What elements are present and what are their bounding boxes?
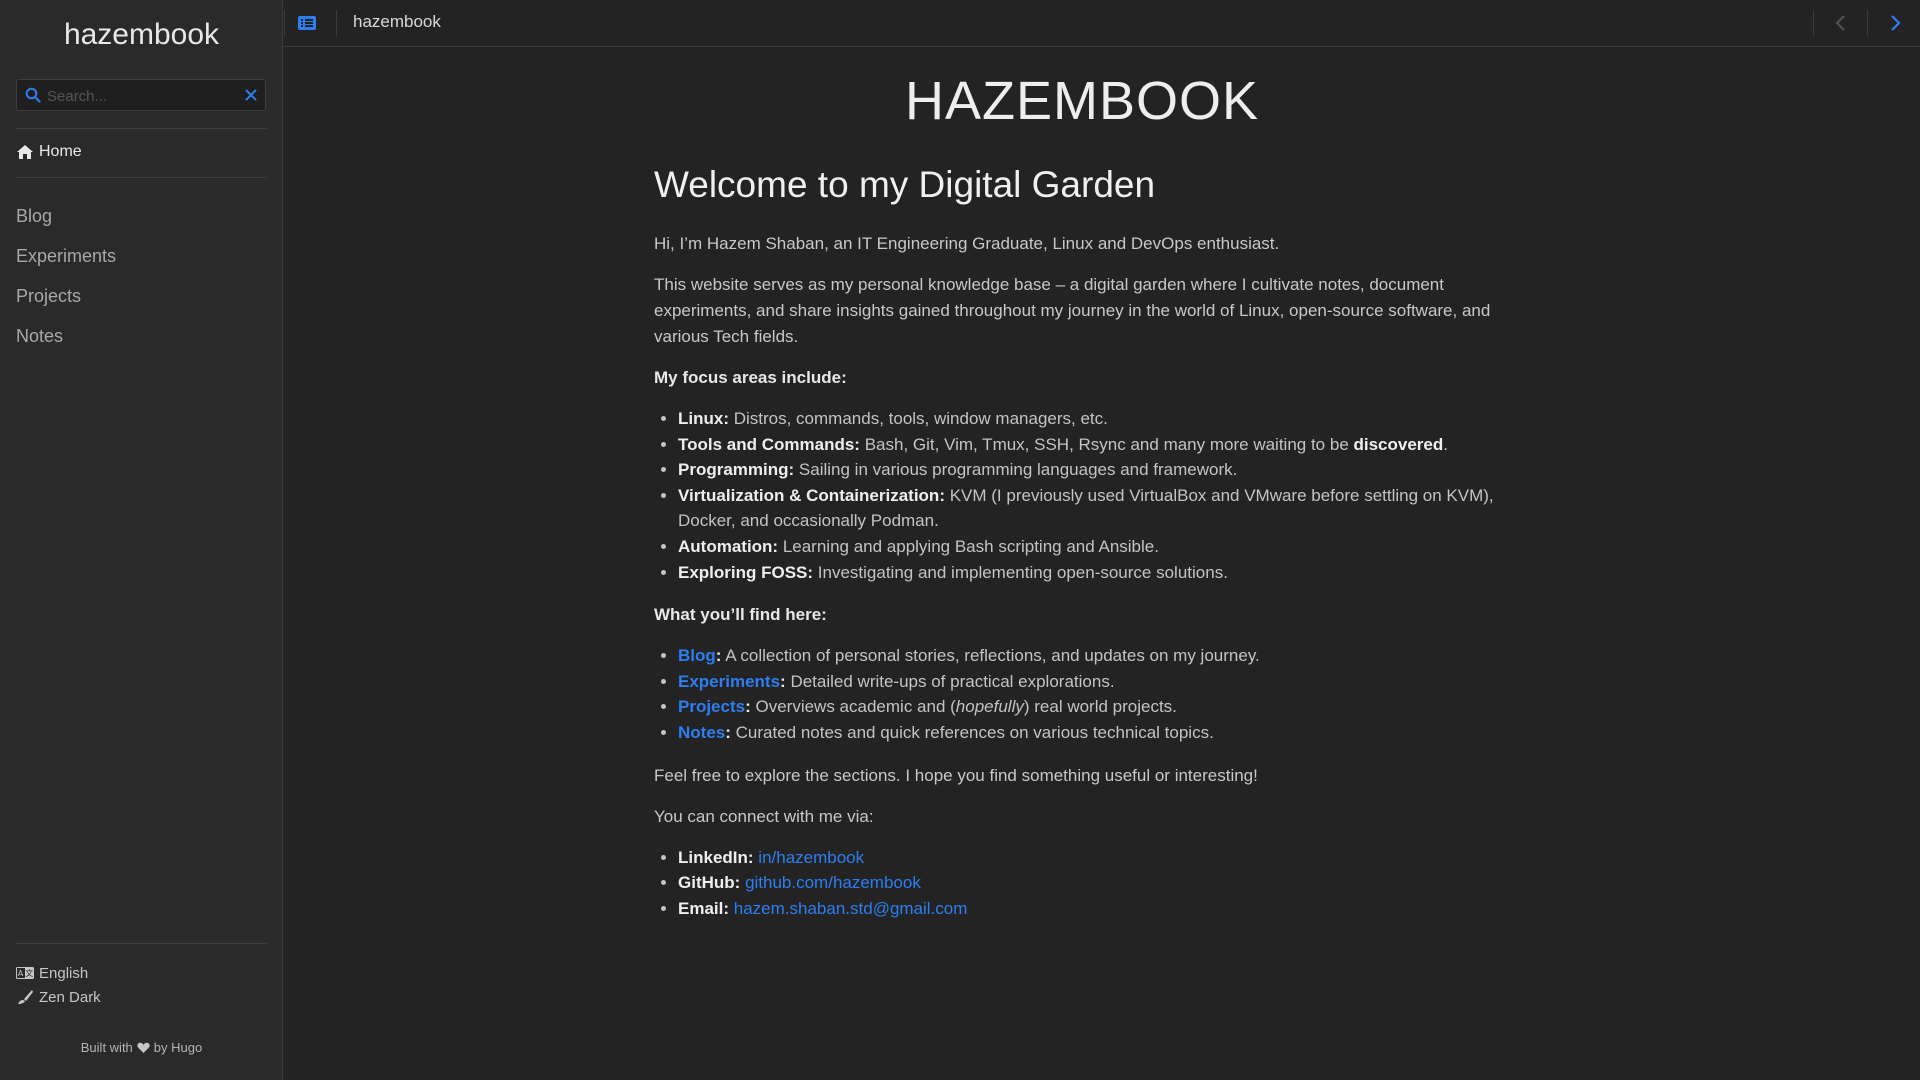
search-input[interactable] — [45, 80, 239, 112]
contact-label: GitHub: — [678, 873, 741, 893]
item-label: Virtualization & Containerization: — [678, 485, 945, 505]
translate-icon: A 文 — [16, 967, 34, 979]
theme-selector[interactable]: Zen Dark — [16, 985, 101, 1009]
heart-icon — [137, 1042, 150, 1053]
item-text: Sailing in various programming languages… — [794, 460, 1238, 480]
sections-list: Blog: A collection of personal stories, … — [654, 643, 1510, 745]
list-item: GitHub: github.com/hazembook — [678, 870, 1510, 896]
sidebar-item-projects[interactable]: Projects — [16, 284, 116, 324]
chevron-left-icon[interactable] — [1829, 11, 1853, 35]
list-item: Notes: Curated notes and quick reference… — [678, 720, 1510, 746]
description-paragraph: This website serves as my personal knowl… — [654, 275, 1491, 346]
sidebar: hazembook Home Blog Experiments Projects… — [0, 0, 283, 1080]
chevron-right-icon[interactable] — [1883, 11, 1907, 35]
divider — [16, 177, 267, 178]
sidebar-item-home[interactable]: Home — [16, 141, 82, 163]
search-icon — [25, 87, 41, 103]
language-label: English — [39, 964, 89, 982]
list-item: LinkedIn: in/hazembook — [678, 845, 1510, 871]
sidebar-item-label: Home — [39, 143, 82, 160]
brush-icon — [18, 990, 33, 1004]
contact-label: Email: — [678, 898, 730, 918]
item-text: Investigating and implementing open-sour… — [813, 562, 1228, 582]
theme-label: Zen Dark — [39, 988, 101, 1006]
divider — [16, 943, 267, 944]
sidebar-item-blog[interactable]: Blog — [16, 204, 116, 244]
experiments-link[interactable]: Experiments — [678, 672, 780, 691]
item-text: . — [1443, 434, 1448, 454]
item-label: Exploring FOSS: — [678, 562, 814, 582]
intro-paragraph: Hi, I’m Hazem Shaban, an IT Engineering … — [654, 234, 1280, 253]
explore-paragraph: Feel free to explore the sections. I hop… — [654, 765, 1258, 785]
divider — [336, 10, 337, 36]
item-text: Learning and applying Bash scripting and… — [778, 536, 1159, 556]
list-item: Exploring FOSS: Investigating and implem… — [678, 560, 1510, 586]
list-item: Programming: Sailing in various programm… — [678, 457, 1510, 483]
sidebar-nav: Blog Experiments Projects Notes — [16, 204, 116, 364]
divider — [1813, 10, 1814, 36]
item-text: Bash, Git, Vim, Tmux, SSH, Rsync and man… — [859, 434, 1354, 454]
item-text: Detailed write-ups of practical explorat… — [785, 671, 1115, 691]
item-label: Programming: — [678, 460, 795, 480]
svg-text:A: A — [18, 969, 24, 978]
item-label: Linux: — [678, 409, 729, 428]
email-link[interactable]: hazem.shaban.std@gmail.com — [734, 899, 968, 918]
list-item: Tools and Commands: Bash, Git, Vim, Tmux… — [678, 432, 1510, 458]
main-content: HAZEMBOOK Welcome to my Digital Garden H… — [654, 47, 1510, 938]
divider — [284, 10, 285, 36]
item-text: ) real world projects. — [1023, 697, 1177, 717]
page-title: hazembook — [353, 12, 441, 31]
sidebar-item-experiments[interactable]: Experiments — [16, 244, 116, 284]
notes-link[interactable]: Notes — [678, 723, 725, 742]
github-link[interactable]: github.com/hazembook — [745, 873, 921, 892]
blog-link[interactable]: Blog — [678, 646, 716, 665]
list-item: Projects: Overviews academic and (hopefu… — [678, 694, 1510, 720]
focus-list: Linux: Distros, commands, tools, window … — [654, 406, 1510, 585]
item-emphasis: hopefully — [955, 697, 1024, 717]
list-item: Experiments: Detailed write-ups of pract… — [678, 669, 1510, 695]
item-text: A collection of personal stories, reflec… — [721, 646, 1260, 666]
footer-credit: Built with by Hugo — [0, 1040, 283, 1055]
site-title[interactable]: hazembook — [0, 18, 283, 52]
divider — [16, 128, 267, 129]
table-of-contents-icon[interactable] — [296, 12, 318, 34]
home-icon — [17, 145, 33, 159]
item-text: Curated notes and quick references on va… — [730, 722, 1214, 742]
list-item: Blog: A collection of personal stories, … — [678, 643, 1510, 669]
brand-title: HAZEMBOOK — [904, 71, 1260, 131]
built-with-text: Built with — [80, 1040, 133, 1055]
header: hazembook — [283, 0, 1920, 47]
item-highlight: discovered — [1353, 434, 1444, 454]
find-heading: What you’ll find here: — [654, 605, 827, 625]
list-item: Automation: Learning and applying Bash s… — [678, 534, 1510, 560]
close-icon[interactable] — [244, 88, 258, 102]
contact-label: LinkedIn: — [678, 847, 754, 867]
item-text: Overviews academic and ( — [750, 697, 956, 717]
item-label: Automation: — [678, 536, 779, 556]
item-text: Distros, commands, tools, window manager… — [729, 409, 1108, 428]
svg-text:文: 文 — [25, 968, 33, 978]
focus-heading: My focus areas include: — [654, 368, 847, 387]
list-item: Email: hazem.shaban.std@gmail.com — [678, 896, 1510, 922]
language-selector[interactable]: A 文 English — [16, 961, 101, 985]
list-item: Virtualization & Containerization: KVM (… — [678, 483, 1510, 534]
sidebar-item-notes[interactable]: Notes — [16, 324, 116, 364]
linkedin-link[interactable]: in/hazembook — [758, 848, 864, 867]
settings-menu: A 文 English Zen Dark — [16, 961, 101, 1009]
search-box[interactable] — [16, 79, 266, 112]
projects-link[interactable]: Projects — [678, 697, 745, 716]
page-heading: Welcome to my Digital Garden — [654, 164, 1156, 205]
item-label: Tools and Commands: — [678, 434, 860, 454]
contacts-list: LinkedIn: in/hazembook GitHub: github.co… — [654, 845, 1510, 922]
hugo-link[interactable]: by Hugo — [154, 1040, 202, 1055]
connect-paragraph: You can connect with me via: — [654, 806, 874, 826]
list-item: Linux: Distros, commands, tools, window … — [678, 406, 1510, 432]
divider — [1867, 10, 1868, 36]
